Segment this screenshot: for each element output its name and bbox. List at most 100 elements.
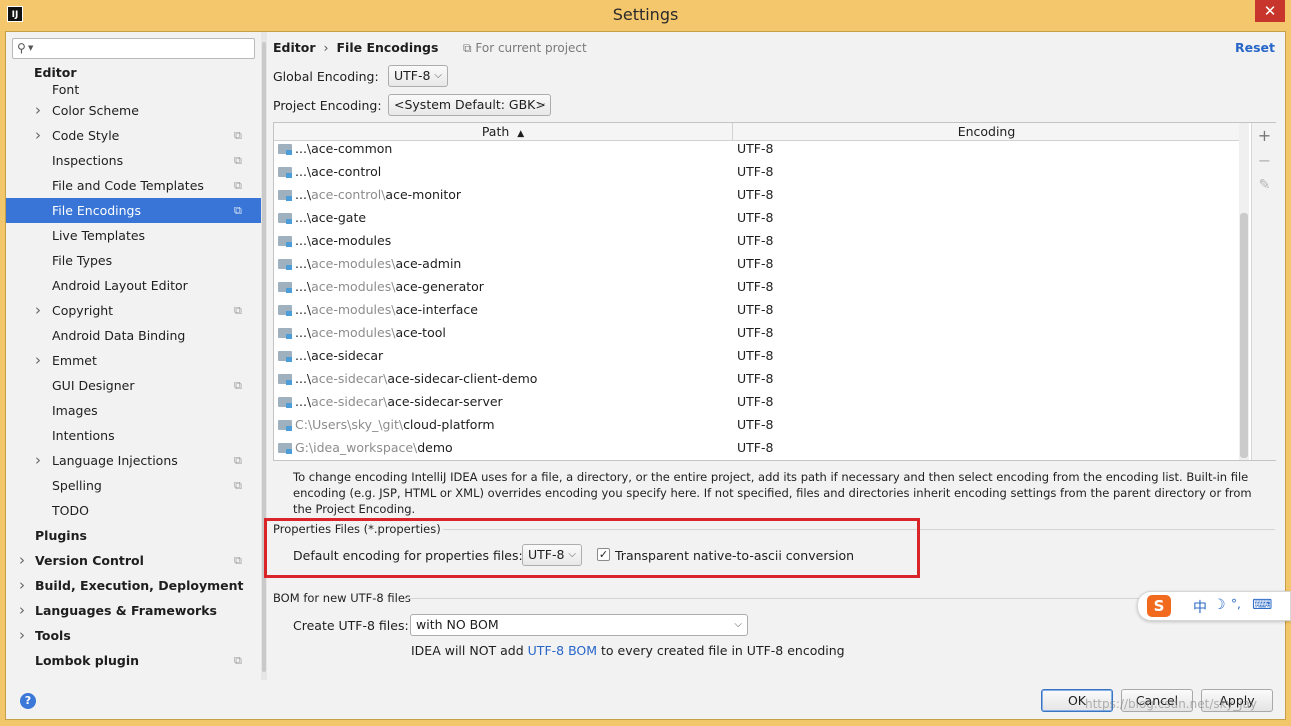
- table-row[interactable]: ...\ace-control\ace-monitor UTF-8: [274, 183, 1239, 206]
- table-row[interactable]: ...\ace-modules\ace-tool UTF-8: [274, 321, 1239, 344]
- sogou-logo-icon[interactable]: S: [1147, 595, 1171, 617]
- chevron-right-icon[interactable]: ›: [35, 298, 41, 323]
- add-path-button[interactable]: +: [1252, 126, 1277, 145]
- sidebar-item-spelling[interactable]: Spelling ⧉: [6, 473, 261, 498]
- encoding-cell[interactable]: UTF-8: [737, 160, 773, 183]
- table-row[interactable]: G:\idea_workspace\demo UTF-8: [274, 436, 1239, 459]
- sidebar-item-label: Spelling: [52, 478, 102, 493]
- close-button[interactable]: ✕: [1255, 0, 1285, 22]
- sidebar-item-label: Code Style: [52, 128, 120, 143]
- chevron-right-icon[interactable]: ›: [35, 98, 41, 123]
- module-folder-icon: [278, 443, 292, 454]
- table-row[interactable]: ...\ace-sidecar\ace-sidecar-server UTF-8: [274, 390, 1239, 413]
- sidebar-item-images[interactable]: Images: [6, 398, 261, 423]
- chevron-right-icon[interactable]: ›: [19, 573, 25, 598]
- chevron-right-icon[interactable]: ›: [35, 123, 41, 148]
- chevron-right-icon[interactable]: ›: [35, 448, 41, 473]
- sidebar-item-label: Copyright: [52, 303, 114, 318]
- encoding-cell[interactable]: UTF-8: [737, 367, 773, 390]
- sidebar-item-build-execution-deployment[interactable]: › Build, Execution, Deployment: [6, 573, 261, 598]
- path-name: ace-admin: [395, 256, 462, 271]
- sidebar-item-live-templates[interactable]: Live Templates: [6, 223, 261, 248]
- sidebar-item-color-scheme[interactable]: › Color Scheme: [6, 98, 261, 123]
- table-row[interactable]: C:\Users\sky_\git\cloud-platform UTF-8: [274, 413, 1239, 436]
- encoding-cell[interactable]: UTF-8: [737, 252, 773, 275]
- sidebar-item-intentions[interactable]: Intentions: [6, 423, 261, 448]
- sidebar-item-lombok-plugin[interactable]: Lombok plugin ⧉: [6, 648, 261, 673]
- sidebar-item-copyright[interactable]: › Copyright ⧉: [6, 298, 261, 323]
- global-encoding-value: UTF-8: [394, 68, 431, 83]
- table-row[interactable]: ...\ace-modules\ace-interface UTF-8: [274, 298, 1239, 321]
- path-name: demo: [417, 440, 453, 455]
- sidebar-item-file-and-code-templates[interactable]: File and Code Templates ⧉: [6, 173, 261, 198]
- project-scope-icon: ⧉: [234, 204, 242, 217]
- sidebar-item-android-data-binding[interactable]: Android Data Binding: [6, 323, 261, 348]
- global-encoding-select[interactable]: UTF-8 ⌵: [388, 65, 448, 87]
- table-row[interactable]: ...\ace-sidecar\ace-sidecar-client-demo U…: [274, 367, 1239, 390]
- encoding-cell[interactable]: UTF-8: [737, 183, 773, 206]
- utf8-bom-link[interactable]: UTF-8 BOM: [528, 643, 597, 658]
- table-row[interactable]: ...\ace-sidecar UTF-8: [274, 344, 1239, 367]
- sidebar-item-font[interactable]: Font: [6, 81, 261, 98]
- sidebar-item-editor[interactable]: Editor: [6, 65, 261, 81]
- table-row[interactable]: ...\ace-control UTF-8: [274, 160, 1239, 183]
- sidebar-item-gui-designer[interactable]: GUI Designer ⧉: [6, 373, 261, 398]
- project-encoding-select[interactable]: <System Default: GBK> ⌵: [388, 94, 551, 116]
- sidebar-item-languages-frameworks[interactable]: › Languages & Frameworks: [6, 598, 261, 623]
- sidebar-item-android-layout-editor[interactable]: Android Layout Editor: [6, 273, 261, 298]
- table-row[interactable]: ...\ace-gate UTF-8: [274, 206, 1239, 229]
- sidebar-item-label: Color Scheme: [52, 103, 139, 118]
- sidebar-item-label: Lombok plugin: [35, 653, 140, 668]
- chevron-right-icon[interactable]: ›: [19, 548, 25, 573]
- chevron-right-icon[interactable]: ›: [35, 348, 41, 373]
- sidebar-item-code-style[interactable]: › Code Style ⧉: [6, 123, 261, 148]
- sidebar-item-emmet[interactable]: › Emmet: [6, 348, 261, 373]
- encoding-cell[interactable]: UTF-8: [737, 344, 773, 367]
- table-row[interactable]: ...\ace-common UTF-8: [274, 137, 1239, 160]
- ime-language-toggle[interactable]: 中: [1193, 597, 1207, 617]
- encoding-cell[interactable]: UTF-8: [737, 321, 773, 344]
- table-scrollbar-thumb[interactable]: [1240, 213, 1248, 458]
- path-prefix: ...\: [295, 348, 312, 363]
- encoding-cell[interactable]: UTF-8: [737, 436, 773, 459]
- module-folder-icon: [278, 144, 292, 155]
- encoding-cell[interactable]: UTF-8: [737, 413, 773, 436]
- table-row[interactable]: ...\ace-modules UTF-8: [274, 229, 1239, 252]
- reset-link[interactable]: Reset: [1235, 40, 1275, 55]
- sidebar-item-version-control[interactable]: › Version Control ⧉: [6, 548, 261, 573]
- sidebar-item-label: GUI Designer: [52, 378, 135, 393]
- sidebar-item-file-types[interactable]: File Types: [6, 248, 261, 273]
- bom-select[interactable]: with NO BOM ⌵: [410, 614, 748, 636]
- sidebar-item-inspections[interactable]: Inspections ⧉: [6, 148, 261, 173]
- sidebar-item-tools[interactable]: › Tools: [6, 623, 261, 648]
- sidebar-item-plugins[interactable]: Plugins: [6, 523, 261, 548]
- encoding-cell[interactable]: UTF-8: [737, 137, 773, 160]
- module-folder-icon: [278, 420, 292, 431]
- help-button[interactable]: ?: [20, 693, 36, 709]
- chevron-right-icon[interactable]: ›: [19, 623, 25, 648]
- encoding-cell[interactable]: UTF-8: [737, 298, 773, 321]
- encoding-cell[interactable]: UTF-8: [737, 206, 773, 229]
- path-prefix: ...\: [295, 302, 312, 317]
- sidebar-item-language-injections[interactable]: › Language Injections ⧉: [6, 448, 261, 473]
- encoding-cell[interactable]: UTF-8: [737, 275, 773, 298]
- bom-section-title: BOM for new UTF-8 files: [273, 591, 411, 605]
- settings-search-input[interactable]: ⚲ ▼: [12, 38, 255, 59]
- chevron-right-icon[interactable]: ›: [19, 598, 25, 623]
- sidebar-item-todo[interactable]: TODO: [6, 498, 261, 523]
- keyboard-icon[interactable]: ⌨: [1252, 597, 1272, 613]
- table-row[interactable]: ...\ace-modules\ace-admin UTF-8: [274, 252, 1239, 275]
- remove-path-button[interactable]: −: [1252, 151, 1277, 170]
- encoding-cell[interactable]: UTF-8: [737, 229, 773, 252]
- project-encoding-value: <System Default: GBK>: [394, 97, 546, 112]
- global-encoding-label: Global Encoding:: [273, 69, 379, 84]
- encoding-cell[interactable]: UTF-8: [737, 390, 773, 413]
- sidebar-item-label: Language Injections: [52, 453, 178, 468]
- path-parent: C:\Users\sky_\git\: [295, 417, 404, 432]
- edit-path-button[interactable]: ✎: [1252, 177, 1277, 193]
- punctuation-icon[interactable]: °,: [1231, 597, 1241, 611]
- table-row[interactable]: ...\ace-modules\ace-generator UTF-8: [274, 275, 1239, 298]
- half-width-icon[interactable]: ☽: [1213, 597, 1226, 613]
- path-parent: ace-sidecar\: [311, 371, 388, 386]
- sidebar-item-file-encodings[interactable]: File Encodings ⧉: [6, 198, 261, 223]
